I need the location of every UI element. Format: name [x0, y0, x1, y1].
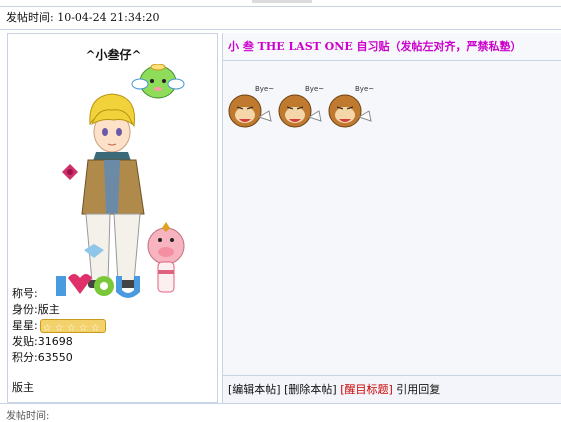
sticker-label-2: Bye~ [305, 85, 324, 93]
avatar-illustration [56, 63, 185, 298]
thread-title[interactable]: 小 叁 THE LAST ONE 自习贴（发帖左对齐，严禁私塾） [223, 33, 561, 61]
avatar [48, 63, 208, 302]
author-info: 称号: 身份:版主 星星: ☆ ☆ ☆ ☆ ☆ 发贴:31698 积分:63550 [12, 286, 106, 366]
author-name[interactable]: ^小叁仔^ [8, 46, 219, 63]
boy-figure-icon [81, 93, 145, 288]
info-role-row: 身份:版主 [12, 303, 60, 316]
sticker-row: Bye~ Bye~ Bye~ [225, 81, 385, 141]
pink-bow-icon [62, 164, 78, 180]
author-role-footer: 版主 [12, 381, 34, 394]
pig-icon [147, 222, 185, 293]
info-points-row: 积分:63550 [12, 351, 73, 364]
green-angel-icon [131, 63, 185, 99]
post-time-value: 10-04-24 21:34:20 [57, 11, 160, 24]
post-time-header: 发帖时间: 10-04-24 21:34:20 [0, 6, 561, 30]
bye-stickers: Bye~ Bye~ Bye~ [228, 85, 374, 128]
quote-reply-link[interactable]: 引用回复 [396, 383, 440, 396]
top-scroll-tab [252, 0, 312, 3]
info-stars-row: 星星: ☆ ☆ ☆ ☆ ☆ [12, 318, 106, 334]
info-posts-row: 发贴:31698 [12, 335, 73, 348]
highlight-title-link[interactable]: [醒目标题] [340, 383, 393, 396]
author-panel: ^小叁仔^ 称号: 身份:版主 星星: ☆ ☆ ☆ ☆ ☆ 发贴:31698 积… [7, 33, 218, 403]
monkey-bye-sticker: Bye~ [228, 85, 274, 128]
post-panel: 小 叁 THE LAST ONE 自习贴（发帖左对齐，严禁私塾） Bye~ By… [222, 33, 561, 403]
delete-post-link[interactable]: [删除本帖] [284, 383, 337, 396]
info-title-row: 称号: [12, 287, 38, 300]
edit-post-link[interactable]: [编辑本帖] [228, 383, 281, 396]
star-rating: ☆ ☆ ☆ ☆ ☆ [39, 319, 106, 334]
sticker-label-3: Bye~ [355, 85, 374, 93]
sticker-label-1: Bye~ [255, 85, 274, 93]
post-actions-bar: [编辑本帖] [删除本帖] [醒目标题] 引用回复 [223, 375, 561, 403]
monkey-bye-sticker: Bye~ [278, 85, 324, 128]
bottom-divider [0, 403, 561, 404]
post-time-label: 发帖时间: [6, 11, 54, 24]
monkey-bye-sticker: Bye~ [328, 85, 374, 128]
next-post-time-label: 发帖时间: [6, 411, 50, 422]
